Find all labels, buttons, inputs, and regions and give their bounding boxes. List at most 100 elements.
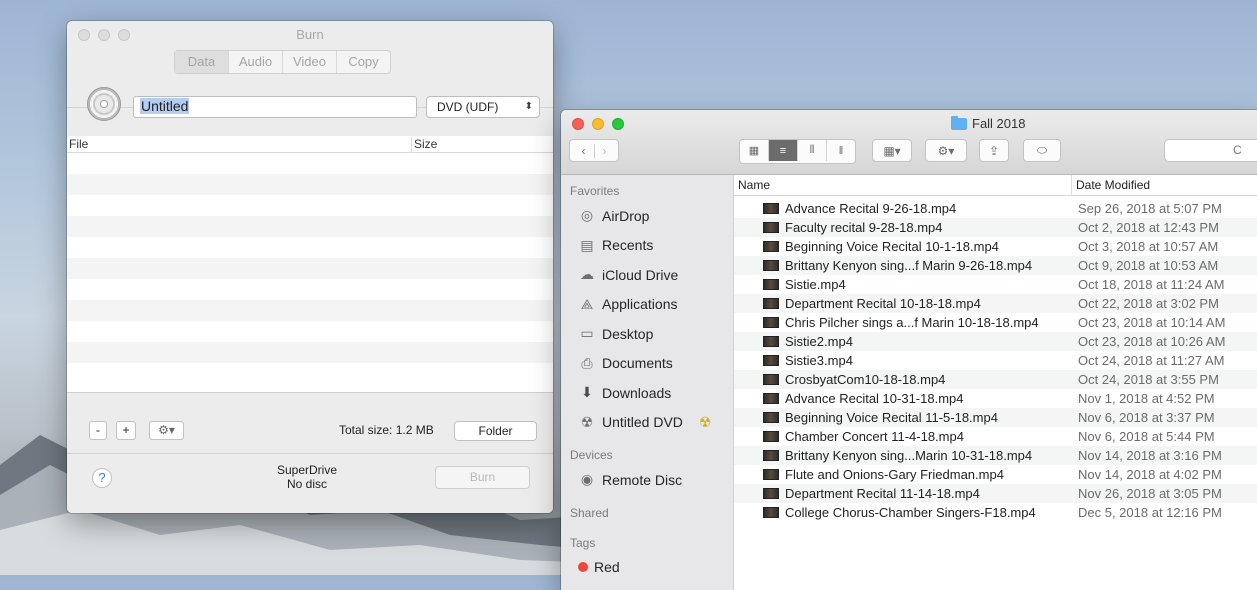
column-name[interactable]: Name [738,178,770,192]
finder-sidebar: Favorites ◎ AirDrop ▤ Recents ☁ iCloud Driv… [561,175,734,590]
column-view-icon[interactable]: ⫴ [798,140,827,161]
file-name: CrosbyatCom10-18-18.mp4 [785,372,946,387]
desktop-icon: ▭ [580,325,594,342]
sidebar-item-label: Recents [602,237,654,254]
table-row[interactable]: Department Recital 11-14-18.mp4 Nov 26, 2… [734,484,1257,503]
file-name: Faculty recital 9-28-18.mp4 [785,220,943,235]
file-name: Advance Recital 10-31-18.mp4 [785,391,964,406]
sidebar-item-label: Desktop [602,325,654,342]
sidebar-item-downloads[interactable]: ⬇ Downloads [561,378,733,408]
back-icon[interactable]: ‹ [574,143,595,158]
file-rows: Advance Recital 9-26-18.mp4 Sep 26, 2018 … [734,199,1257,522]
table-row[interactable]: Chris Pilcher sings a...f Marin 10-18-18… [734,313,1257,332]
list-view-icon[interactable]: ≡ [769,140,798,161]
sidebar-item-icloud-drive[interactable]: ☁ iCloud Drive [561,260,733,290]
tag-icon: ⬭ [1036,143,1048,157]
column-size[interactable]: Size [411,137,437,153]
tab-data[interactable]: Data [175,51,229,73]
file-table[interactable]: File Size [67,136,553,392]
sidebar-item-tag-red[interactable]: Red [561,553,733,583]
table-row[interactable]: Advance Recital 9-26-18.mp4 Sep 26, 2018 … [734,199,1257,218]
file-name: Beginning Voice Recital 10-1-18.mp4 [785,239,999,254]
file-date: Nov 26, 2018 at 3:05 PM [1078,486,1222,501]
close-button[interactable] [572,118,584,130]
add-button[interactable]: + [116,421,136,440]
column-file[interactable]: File [69,137,88,151]
folder-icon [951,115,967,130]
forward-icon[interactable]: › [595,144,615,158]
file-name-cell: Brittany Kenyon sing...f Marin 9-26-18.m… [763,256,1032,275]
video-thumbnail-icon [763,241,779,252]
search-field[interactable]: C [1164,139,1257,162]
disc-name-field[interactable]: Untitled [133,96,417,118]
file-date: Oct 9, 2018 at 10:53 AM [1078,258,1219,273]
favorites-heading: Favorites [570,184,620,198]
table-row[interactable]: Beginning Voice Recital 11-5-18.mp4 Nov 6… [734,408,1257,427]
gallery-view-icon[interactable]: ‖ [827,140,855,161]
video-thumbnail-icon [763,298,779,309]
sidebar-item-untitled-dvd[interactable]: ☢ Untitled DVD ☢ [561,408,733,438]
video-thumbnail-icon [763,393,779,404]
minimize-button[interactable] [592,118,604,130]
table-row[interactable]: Sistie.mp4 Oct 18, 2018 at 11:24 AM [734,275,1257,294]
table-row[interactable]: Brittany Kenyon sing...f Marin 9-26-18.m… [734,256,1257,275]
file-name: Sistie.mp4 [785,277,846,292]
tag-button[interactable]: ⬭ [1023,139,1061,162]
disc-name-text: Untitled [140,98,190,114]
action-button[interactable]: ⚙▾ [925,139,967,162]
table-row[interactable]: Brittany Kenyon sing...Marin 10-31-18.mp… [734,446,1257,465]
table-row[interactable]: Sistie2.mp4 Oct 23, 2018 at 10:26 AM [734,332,1257,351]
remove-button[interactable]: - [89,421,107,440]
video-thumbnail-icon [763,222,779,233]
file-name: Chris Pilcher sings a...f Marin 10-18-18… [785,315,1039,330]
column-date-modified[interactable]: Date Modified [1071,175,1150,195]
shared-heading: Shared [570,505,609,520]
finder-window: Fall 2018 ‹ › ▦ ≡ ⫴ ‖ ▦▾ ⚙▾ ⇪ ⬭ C Favori… [561,110,1257,590]
group-by-button[interactable]: ▦▾ [872,139,912,162]
table-row[interactable]: Sistie3.mp4 Oct 24, 2018 at 11:27 AM [734,351,1257,370]
video-thumbnail-icon [763,260,779,271]
table-row[interactable]: Beginning Voice Recital 10-1-18.mp4 Oct 3… [734,237,1257,256]
table-row[interactable]: CrosbyatCom10-18-18.mp4 Oct 24, 2018 at 3… [734,370,1257,389]
sidebar-item-applications[interactable]: ⟁ Applications [561,290,733,320]
arrange-icon: ▦▾ [883,143,901,158]
sidebar-item-recents[interactable]: ▤ Recents [561,231,733,261]
sidebar-item-desktop[interactable]: ▭ Desktop [561,319,733,349]
table-row[interactable]: College Chorus-Chamber Singers-F18.mp4 De… [734,503,1257,522]
file-date: Oct 23, 2018 at 10:14 AM [1078,315,1226,330]
file-name: Brittany Kenyon sing...Marin 10-31-18.mp… [785,448,1033,463]
share-button[interactable]: ⇪ [979,139,1009,162]
filesystem-select[interactable]: DVD (UDF) ⬍ [426,96,540,118]
file-date: Nov 14, 2018 at 3:16 PM [1078,448,1222,463]
red-tag-icon [578,562,588,573]
burn-button[interactable]: Burn [435,466,530,489]
table-row[interactable]: Faculty recital 9-28-18.mp4 Oct 2, 2018 a… [734,218,1257,237]
help-button[interactable]: ? [92,468,112,488]
table-row[interactable]: Advance Recital 10-31-18.mp4 Nov 1, 2018 … [734,389,1257,408]
action-menu-button[interactable]: ⚙▾ [149,421,184,440]
file-table-rows [67,153,553,384]
tab-copy[interactable]: Copy [337,51,390,73]
file-date: Oct 22, 2018 at 3:02 PM [1078,296,1219,311]
sidebar-item-label: Downloads [602,384,672,401]
icon-view-icon[interactable]: ▦ [740,140,769,161]
share-icon: ⇪ [988,143,1000,158]
zoom-button[interactable] [612,118,624,130]
burn-icon[interactable]: ☢ [699,414,712,431]
mode-tabs: Data Audio Video Copy [174,50,391,74]
sidebar-item-label: iCloud Drive [602,266,679,283]
window-controls [572,118,624,130]
file-name: Sistie3.mp4 [785,353,853,368]
table-row[interactable]: Department Recital 10-18-18.mp4 Oct 22, 2… [734,294,1257,313]
file-name: Flute and Onions-Gary Friedman.mp4 [785,467,1004,482]
file-name-cell: Sistie.mp4 [763,275,846,294]
airdrop-icon: ◎ [580,207,594,224]
table-row[interactable]: Chamber Concert 11-4-18.mp4 Nov 6, 2018 a… [734,427,1257,446]
tab-audio[interactable]: Audio [229,51,283,73]
sidebar-item-remote-disc[interactable]: ◉ Remote Disc [561,465,733,495]
sidebar-item-documents[interactable]: ⎙ Documents [561,349,733,379]
sidebar-item-airdrop[interactable]: ◎ AirDrop [561,201,733,231]
folder-button[interactable]: Folder [454,421,537,441]
tab-video[interactable]: Video [283,51,337,73]
table-row[interactable]: Flute and Onions-Gary Friedman.mp4 Nov 14… [734,465,1257,484]
